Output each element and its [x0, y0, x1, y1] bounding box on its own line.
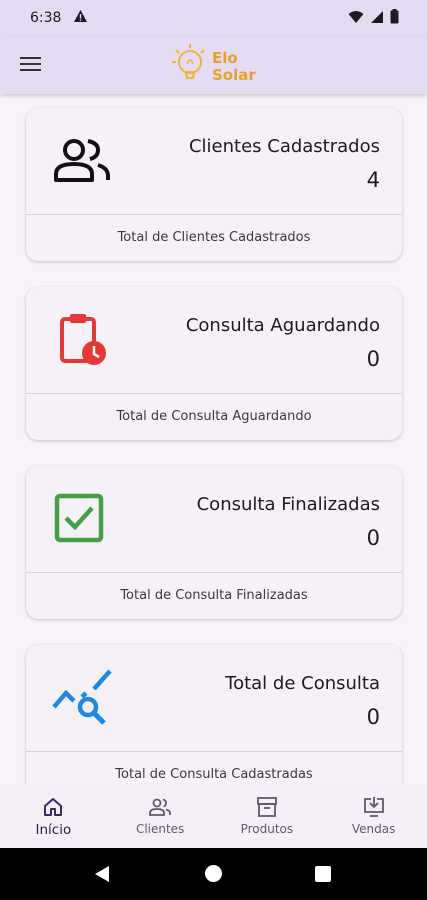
archive-icon [256, 797, 277, 817]
hamburger-icon [20, 57, 41, 71]
nav-produtos[interactable]: Produtos [214, 784, 321, 848]
card-count: 0 [366, 526, 380, 550]
card-title: Consulta Aguardando [185, 315, 380, 336]
bottom-navigation: Início Clientes Produtos Vendas [0, 784, 427, 848]
wifi-icon [348, 10, 364, 28]
card-total-consulta[interactable]: Total de Consulta 0 Total de Consulta Ca… [26, 645, 402, 784]
home-icon [44, 798, 63, 816]
alert-icon [73, 9, 88, 27]
logo-line1: Elo [212, 49, 238, 67]
signal-icon [370, 10, 384, 28]
people-icon [52, 136, 114, 188]
card-title: Consulta Finalizadas [196, 494, 380, 515]
card-footer: Total de Consulta Finalizadas [120, 588, 308, 603]
card-footer: Total de Clientes Cadastrados [117, 230, 311, 245]
nav-clientes[interactable]: Clientes [107, 784, 214, 848]
card-footer: Total de Consulta Cadastradas [115, 767, 313, 782]
card-title: Total de Consulta [225, 673, 380, 694]
menu-button[interactable] [20, 55, 42, 73]
status-time: 6:38 [30, 10, 62, 26]
back-icon[interactable] [93, 865, 111, 883]
recent-apps-icon[interactable] [315, 866, 331, 882]
app-bar: Elo Solar [0, 36, 427, 94]
lightbulb-logo-icon [172, 44, 205, 79]
home-button-icon[interactable] [205, 865, 222, 882]
nav-vendas[interactable]: Vendas [320, 784, 427, 848]
card-count: 4 [366, 168, 380, 192]
nav-label: Produtos [240, 822, 294, 836]
card-consulta-aguardando[interactable]: Consulta Aguardando 0 Total de Consulta … [26, 287, 402, 440]
nav-label: Clientes [135, 822, 185, 836]
logo-text: Elo Solar [212, 50, 256, 84]
nav-label: Vendas [351, 822, 396, 836]
card-count: 0 [366, 705, 380, 729]
clipboard-clock-icon [52, 314, 114, 367]
nav-label: Início [35, 822, 72, 838]
download-screen-icon [363, 797, 384, 817]
card-consulta-finalizadas[interactable]: Consulta Finalizadas 0 Total de Consulta… [26, 466, 402, 619]
card-footer: Total de Consulta Aguardando [116, 409, 312, 424]
dashboard-content: Clientes Cadastrados 4 Total de Clientes… [0, 94, 427, 784]
checkbox-icon [52, 493, 114, 546]
card-title: Clientes Cadastrados [188, 136, 380, 157]
chart-search-icon [52, 669, 114, 725]
card-count: 0 [366, 347, 380, 371]
people-icon [149, 798, 172, 816]
logo-line2: Solar [212, 66, 256, 84]
system-navigation-bar [0, 848, 427, 900]
status-bar: 6:38 [0, 0, 427, 36]
nav-inicio[interactable]: Início [0, 784, 107, 848]
battery-icon [390, 9, 399, 28]
app-logo: Elo Solar [168, 38, 268, 92]
card-clientes-cadastrados[interactable]: Clientes Cadastrados 4 Total de Clientes… [26, 108, 402, 261]
